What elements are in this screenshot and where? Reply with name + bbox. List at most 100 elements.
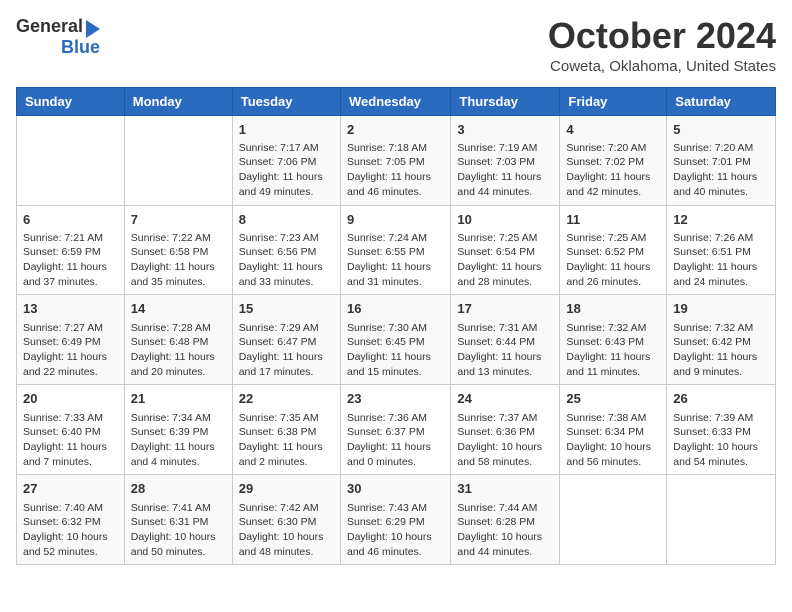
day-info: Sunrise: 7:20 AM Sunset: 7:01 PM Dayligh… [673, 141, 769, 200]
day-info: Sunrise: 7:25 AM Sunset: 6:52 PM Dayligh… [566, 231, 660, 290]
calendar-cell: 9 Sunrise: 7:24 AM Sunset: 6:55 PM Daylig… [340, 205, 450, 295]
calendar-cell: 3 Sunrise: 7:19 AM Sunset: 7:03 PM Daylig… [451, 115, 560, 205]
day-number: 8 [239, 211, 334, 229]
calendar-cell: 15Sunrise: 7:29 AM Sunset: 6:47 PM Dayli… [232, 295, 340, 385]
day-info: Sunrise: 7:32 AM Sunset: 6:42 PM Dayligh… [673, 321, 769, 380]
day-number: 1 [239, 121, 334, 139]
day-info: Sunrise: 7:17 AM Sunset: 7:06 PM Dayligh… [239, 141, 334, 200]
title-block: October 2024 Coweta, Oklahoma, United St… [548, 16, 776, 75]
day-info: Sunrise: 7:32 AM Sunset: 6:43 PM Dayligh… [566, 321, 660, 380]
column-header-monday: Monday [124, 87, 232, 115]
day-info: Sunrise: 7:23 AM Sunset: 6:56 PM Dayligh… [239, 231, 334, 290]
calendar-cell [17, 115, 125, 205]
calendar-cell: 25 Sunrise: 7:38 AM Sunset: 6:34 PM Dayli… [560, 385, 667, 475]
calendar-cell: 6 Sunrise: 7:21 AM Sunset: 6:59 PM Daylig… [17, 205, 125, 295]
calendar-cell: 24 Sunrise: 7:37 AM Sunset: 6:36 PM Dayli… [451, 385, 560, 475]
day-info: Sunrise: 7:44 AM Sunset: 6:28 PM Dayligh… [457, 501, 553, 560]
calendar-week-row: 6 Sunrise: 7:21 AM Sunset: 6:59 PM Daylig… [17, 205, 776, 295]
day-number: 23 [347, 390, 444, 408]
calendar-cell: 26 Sunrise: 7:39 AM Sunset: 6:33 PM Dayli… [667, 385, 776, 475]
day-number: 27 [23, 480, 118, 498]
day-number: 24 [457, 390, 553, 408]
calendar-cell: 14 Sunrise: 7:28 AM Sunset: 6:48 PM Dayli… [124, 295, 232, 385]
day-number: 29 [239, 480, 334, 498]
calendar-cell [667, 475, 776, 565]
day-number: 21 [131, 390, 226, 408]
day-number: 18 [566, 300, 660, 318]
day-info: Sunrise: 7:39 AM Sunset: 6:33 PM Dayligh… [673, 411, 769, 470]
calendar-cell: 17 Sunrise: 7:31 AM Sunset: 6:44 PM Dayli… [451, 295, 560, 385]
calendar-cell: 31 Sunrise: 7:44 AM Sunset: 6:28 PM Dayli… [451, 475, 560, 565]
day-info: Sunrise: 7:27 AM Sunset: 6:49 PM Dayligh… [23, 321, 118, 380]
day-info: Sunrise: 7:30 AM Sunset: 6:45 PM Dayligh… [347, 321, 444, 380]
calendar-cell: 18 Sunrise: 7:32 AM Sunset: 6:43 PM Dayli… [560, 295, 667, 385]
day-number: 26 [673, 390, 769, 408]
day-info: Sunrise: 7:28 AM Sunset: 6:48 PM Dayligh… [131, 321, 226, 380]
location: Coweta, Oklahoma, United States [548, 58, 776, 75]
calendar-cell: 22 Sunrise: 7:35 AM Sunset: 6:38 PM Dayli… [232, 385, 340, 475]
logo-text-blue: Blue [61, 38, 100, 58]
day-number: 30 [347, 480, 444, 498]
day-number: 14 [131, 300, 226, 318]
calendar-cell: 7Sunrise: 7:22 AM Sunset: 6:58 PM Daylig… [124, 205, 232, 295]
day-number: 7 [131, 211, 226, 229]
calendar-cell: 29Sunrise: 7:42 AM Sunset: 6:30 PM Dayli… [232, 475, 340, 565]
calendar-cell: 30 Sunrise: 7:43 AM Sunset: 6:29 PM Dayli… [340, 475, 450, 565]
logo: General Blue [16, 16, 100, 58]
day-info: Sunrise: 7:21 AM Sunset: 6:59 PM Dayligh… [23, 231, 118, 290]
calendar-week-row: 1 Sunrise: 7:17 AM Sunset: 7:06 PM Daylig… [17, 115, 776, 205]
day-info: Sunrise: 7:34 AM Sunset: 6:39 PM Dayligh… [131, 411, 226, 470]
column-header-wednesday: Wednesday [340, 87, 450, 115]
calendar-cell: 1 Sunrise: 7:17 AM Sunset: 7:06 PM Daylig… [232, 115, 340, 205]
day-number: 3 [457, 121, 553, 139]
day-info: Sunrise: 7:25 AM Sunset: 6:54 PM Dayligh… [457, 231, 553, 290]
column-header-friday: Friday [560, 87, 667, 115]
page-header: General Blue October 2024 Coweta, Oklaho… [16, 16, 776, 75]
day-number: 6 [23, 211, 118, 229]
calendar-cell: 2 Sunrise: 7:18 AM Sunset: 7:05 PM Daylig… [340, 115, 450, 205]
day-info: Sunrise: 7:35 AM Sunset: 6:38 PM Dayligh… [239, 411, 334, 470]
calendar-cell [560, 475, 667, 565]
calendar-header-row: SundayMondayTuesdayWednesdayThursdayFrid… [17, 87, 776, 115]
day-info: Sunrise: 7:20 AM Sunset: 7:02 PM Dayligh… [566, 141, 660, 200]
day-number: 4 [566, 121, 660, 139]
day-number: 9 [347, 211, 444, 229]
column-header-sunday: Sunday [17, 87, 125, 115]
day-number: 31 [457, 480, 553, 498]
day-info: Sunrise: 7:29 AM Sunset: 6:47 PM Dayligh… [239, 321, 334, 380]
day-info: Sunrise: 7:31 AM Sunset: 6:44 PM Dayligh… [457, 321, 553, 380]
calendar-week-row: 27Sunrise: 7:40 AM Sunset: 6:32 PM Dayli… [17, 475, 776, 565]
day-number: 11 [566, 211, 660, 229]
day-number: 10 [457, 211, 553, 229]
day-number: 25 [566, 390, 660, 408]
day-number: 2 [347, 121, 444, 139]
day-number: 16 [347, 300, 444, 318]
day-number: 12 [673, 211, 769, 229]
calendar-cell: 13 Sunrise: 7:27 AM Sunset: 6:49 PM Dayli… [17, 295, 125, 385]
day-number: 13 [23, 300, 118, 318]
day-info: Sunrise: 7:19 AM Sunset: 7:03 PM Dayligh… [457, 141, 553, 200]
day-info: Sunrise: 7:37 AM Sunset: 6:36 PM Dayligh… [457, 411, 553, 470]
calendar-week-row: 13 Sunrise: 7:27 AM Sunset: 6:49 PM Dayli… [17, 295, 776, 385]
column-header-thursday: Thursday [451, 87, 560, 115]
calendar-cell: 16 Sunrise: 7:30 AM Sunset: 6:45 PM Dayli… [340, 295, 450, 385]
calendar-cell: 10 Sunrise: 7:25 AM Sunset: 6:54 PM Dayli… [451, 205, 560, 295]
calendar-cell: 27Sunrise: 7:40 AM Sunset: 6:32 PM Dayli… [17, 475, 125, 565]
day-number: 17 [457, 300, 553, 318]
day-info: Sunrise: 7:41 AM Sunset: 6:31 PM Dayligh… [131, 501, 226, 560]
day-number: 20 [23, 390, 118, 408]
calendar-cell: 5 Sunrise: 7:20 AM Sunset: 7:01 PM Daylig… [667, 115, 776, 205]
calendar-cell: 23Sunrise: 7:36 AM Sunset: 6:37 PM Dayli… [340, 385, 450, 475]
day-number: 5 [673, 121, 769, 139]
calendar-cell: 4 Sunrise: 7:20 AM Sunset: 7:02 PM Daylig… [560, 115, 667, 205]
day-number: 22 [239, 390, 334, 408]
calendar-week-row: 20Sunrise: 7:33 AM Sunset: 6:40 PM Dayli… [17, 385, 776, 475]
calendar-cell: 8 Sunrise: 7:23 AM Sunset: 6:56 PM Daylig… [232, 205, 340, 295]
calendar-cell: 20Sunrise: 7:33 AM Sunset: 6:40 PM Dayli… [17, 385, 125, 475]
day-info: Sunrise: 7:24 AM Sunset: 6:55 PM Dayligh… [347, 231, 444, 290]
day-info: Sunrise: 7:18 AM Sunset: 7:05 PM Dayligh… [347, 141, 444, 200]
column-header-saturday: Saturday [667, 87, 776, 115]
day-info: Sunrise: 7:43 AM Sunset: 6:29 PM Dayligh… [347, 501, 444, 560]
calendar-cell: 19Sunrise: 7:32 AM Sunset: 6:42 PM Dayli… [667, 295, 776, 385]
day-info: Sunrise: 7:38 AM Sunset: 6:34 PM Dayligh… [566, 411, 660, 470]
